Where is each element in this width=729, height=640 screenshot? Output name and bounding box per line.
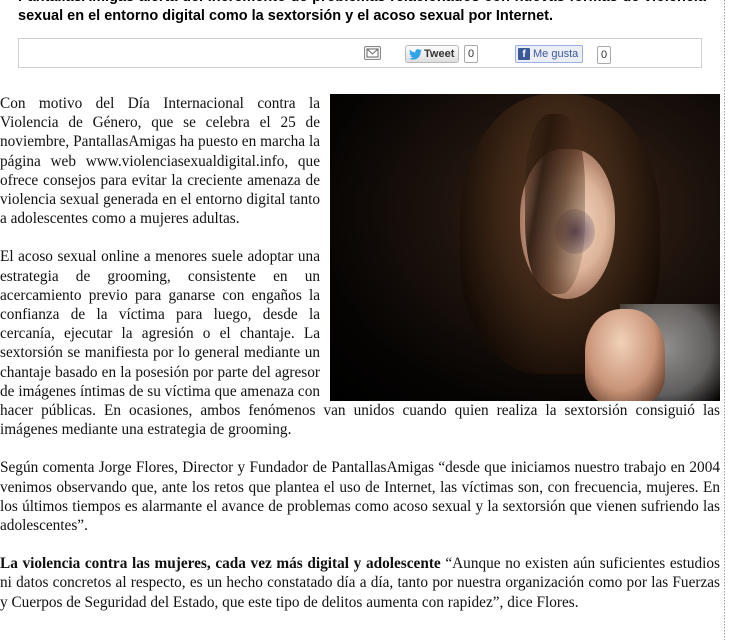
tweet-button[interactable]: Tweet: [405, 45, 460, 63]
share-bar: Tweet 0 f Me gusta 0: [18, 38, 702, 68]
page-border-line: [724, 0, 725, 640]
tweet-label: Tweet: [424, 48, 455, 60]
facebook-like-button[interactable]: f Me gusta: [515, 45, 584, 63]
facebook-icon: f: [518, 48, 530, 60]
photo-praying-hands: [585, 309, 665, 401]
like-label: Me gusta: [533, 48, 579, 60]
photo-hair-strand: [525, 114, 585, 294]
envelope-icon: [366, 48, 379, 58]
section-heading: La violencia contra las mujeres, cada ve…: [0, 555, 441, 573]
article-photo: [330, 94, 720, 401]
article-body: Con motivo del Día Internacional contra …: [0, 94, 720, 631]
twitter-bird-icon: [409, 48, 422, 60]
paragraph-4: La violencia contra las mujeres, cada ve…: [0, 554, 720, 612]
paragraph-3: Según comenta Jorge Flores, Director y F…: [0, 459, 720, 535]
tweet-count: 0: [464, 45, 479, 63]
like-count: 0: [597, 46, 612, 64]
email-share-button[interactable]: [364, 46, 381, 60]
article-lead: PantallasAmigas alerta del incremento de…: [18, 0, 706, 24]
